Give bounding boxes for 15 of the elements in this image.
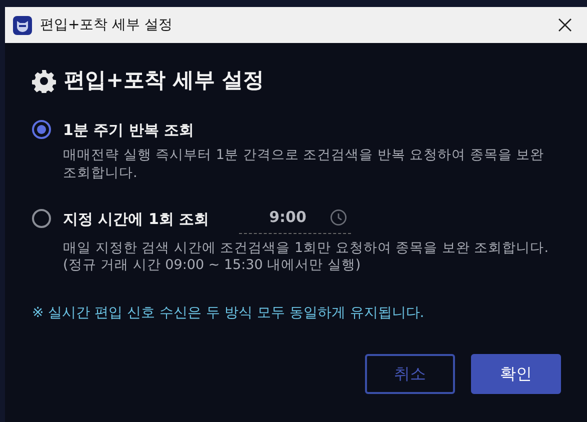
radio-button[interactable] — [32, 120, 51, 140]
dialog-heading: 편입+포착 세부 설정 — [64, 67, 264, 94]
option-description: 매매전략 실행 즉시부터 1분 간격으로 조건검색을 반복 요청하여 종목을 보완 조회합니다. — [63, 147, 546, 182]
radio-button[interactable] — [32, 209, 51, 228]
option-label[interactable]: 지정 시간에 1회 조회 — [63, 208, 210, 230]
time-field[interactable]: 9:00 — [239, 204, 352, 234]
option-description: 매일 지정한 검색 시간에 조건검색을 1회만 요청하여 종목을 보완 조회합니다. (정규 거래 시간 09:00 ~ 15:30 내에서만 실행) — [63, 240, 550, 275]
settings-icon — [32, 68, 56, 93]
close-icon — [558, 18, 572, 32]
option-label[interactable]: 1분 주기 반복 조회 — [63, 118, 194, 141]
confirm-button[interactable]: 확인 — [471, 354, 561, 394]
app-logo-icon — [13, 16, 32, 34]
clock-icon — [330, 208, 348, 226]
window-title: 편입+포착 세부 설정 — [40, 16, 173, 34]
note-text: ※ 실시간 편입 신호 수신은 두 방식 모두 동일하게 유지됩니다. — [32, 304, 426, 323]
